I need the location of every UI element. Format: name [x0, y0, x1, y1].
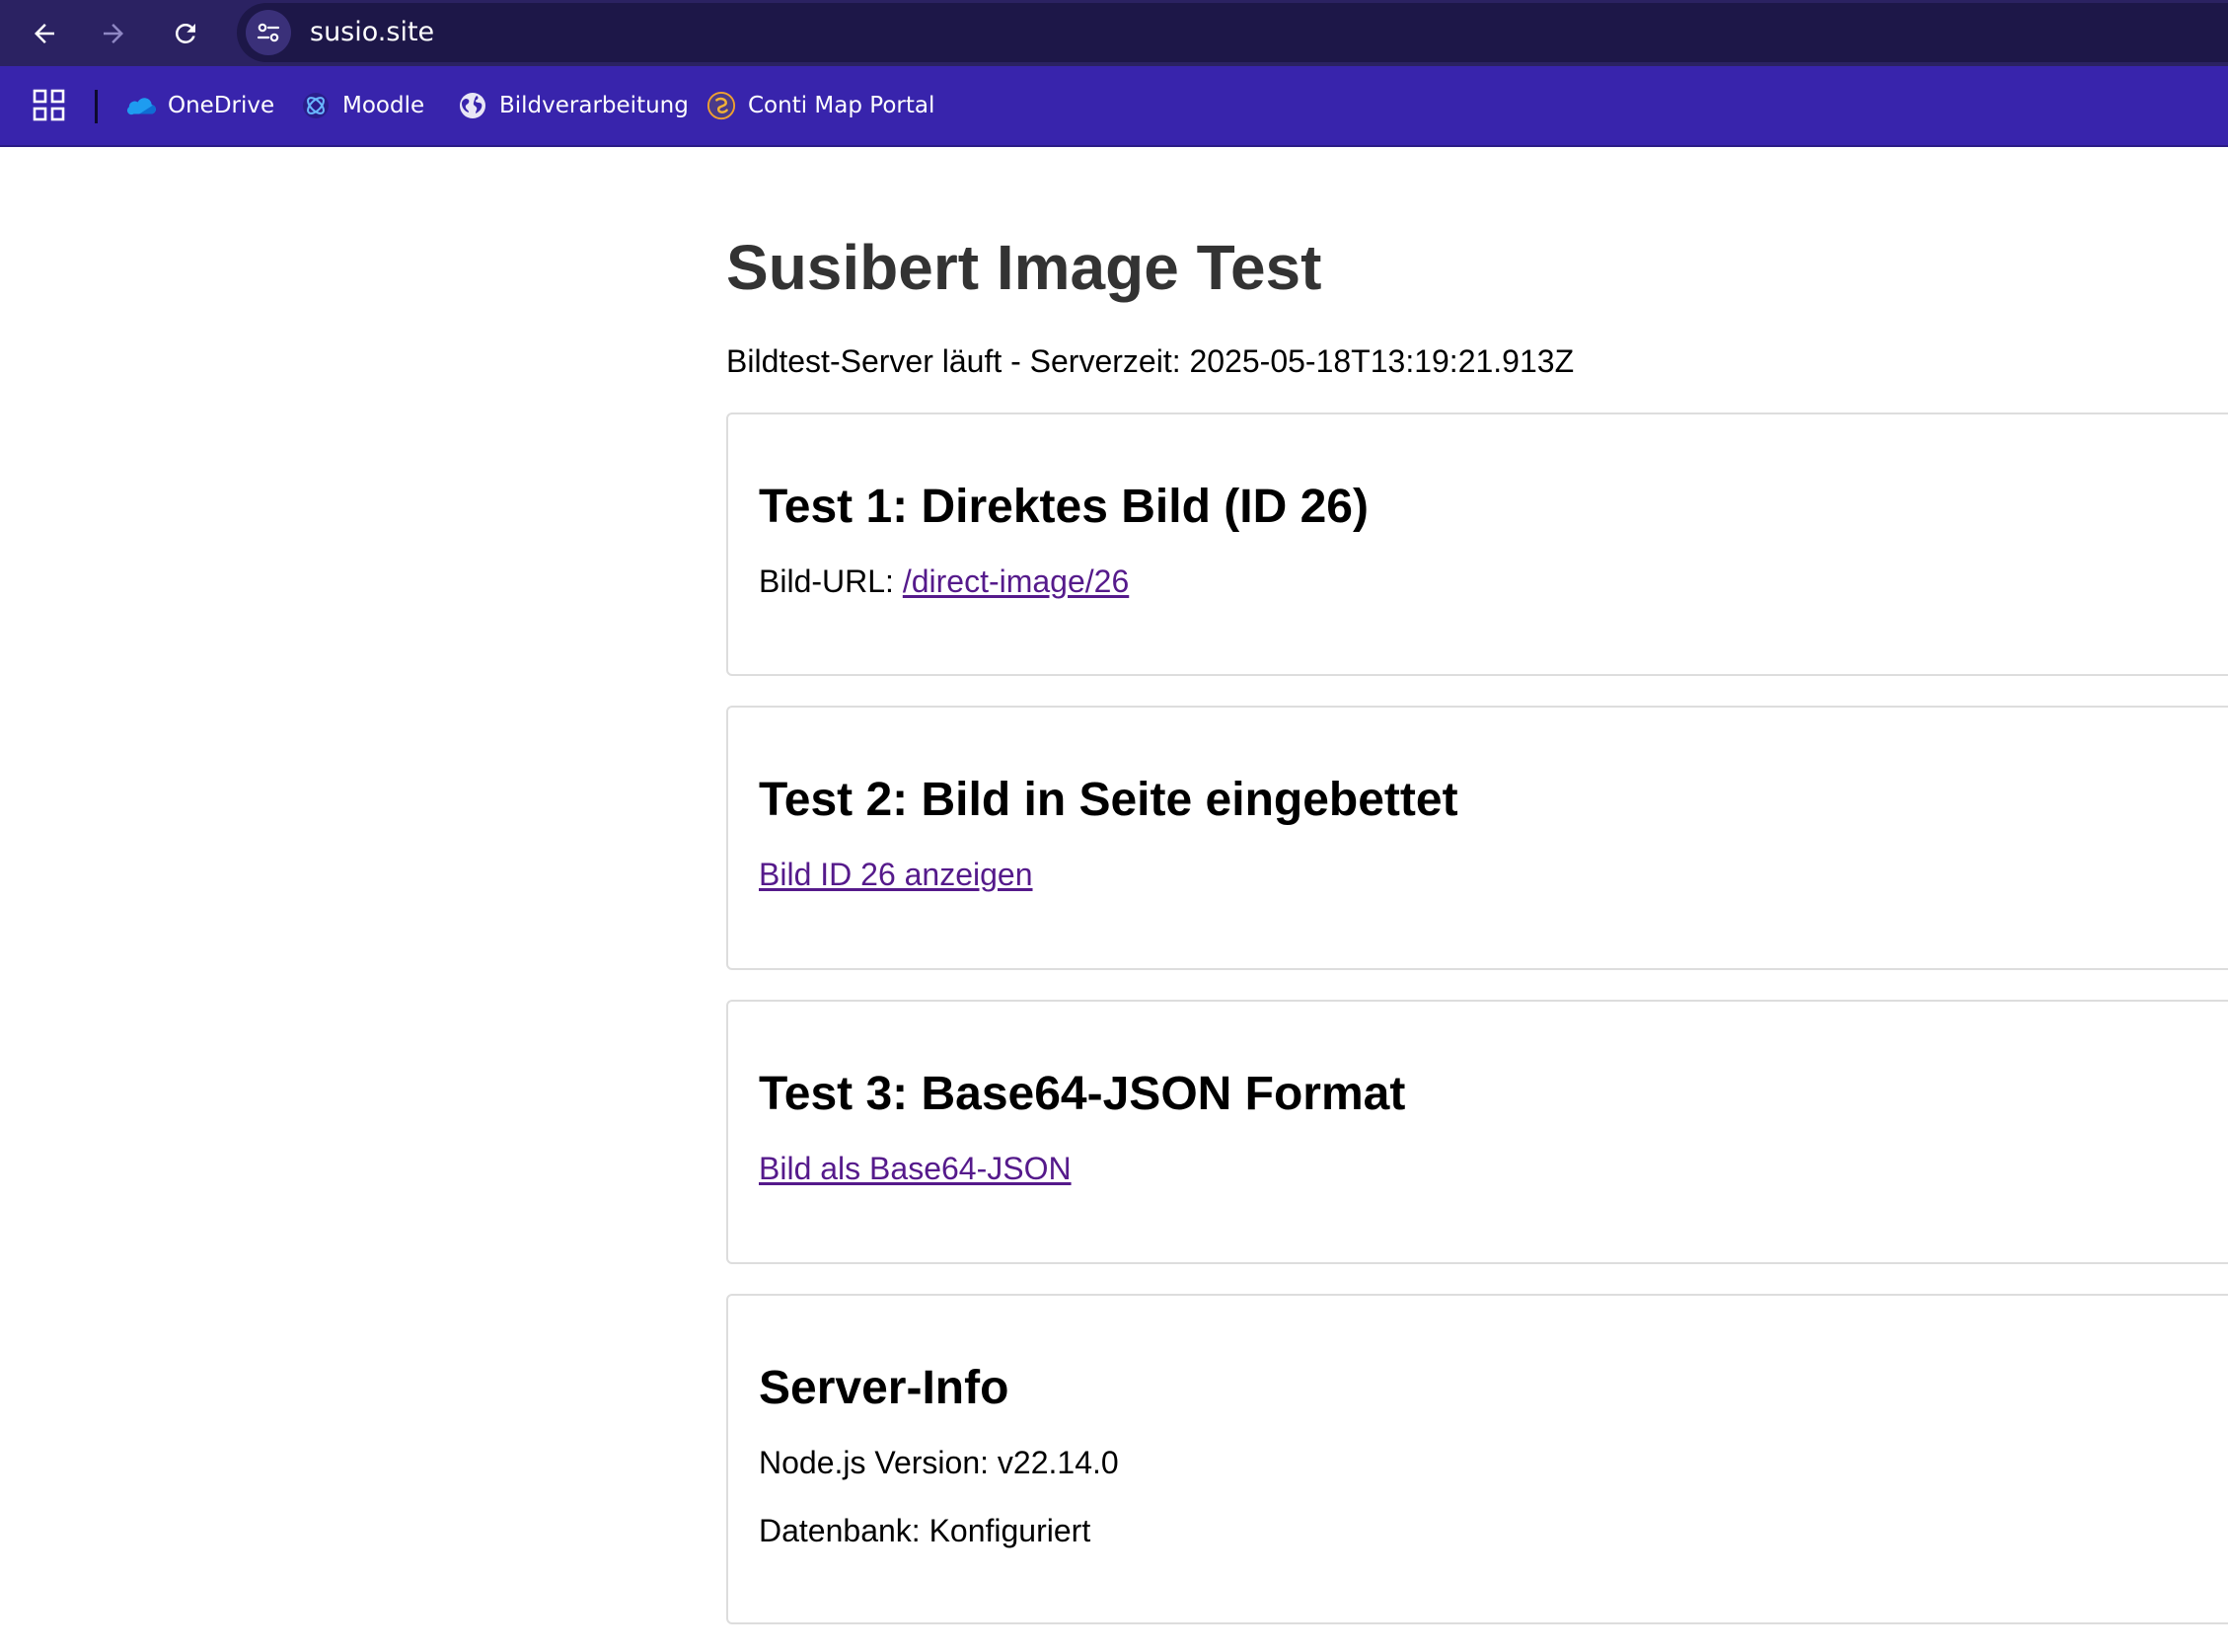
show-image-link[interactable]: Bild ID 26 anzeigen: [759, 856, 1033, 893]
conti-icon: [706, 91, 736, 120]
reload-icon: [176, 23, 195, 43]
onedrive-icon: [126, 91, 156, 120]
forward-button[interactable]: [89, 9, 138, 58]
site-info-button[interactable]: [246, 10, 291, 55]
bookmarks-bar: OneDrive Moodle Bildverarbeitung Conti M…: [0, 66, 2228, 147]
bookmark-moodle[interactable]: Moodle: [301, 84, 424, 127]
apps-grid-icon: [33, 89, 65, 121]
moodle-icon: [301, 91, 331, 120]
bookmark-conti-map-portal[interactable]: Conti Map Portal: [706, 84, 934, 127]
card-title: Test 3: Base64-JSON Format: [759, 1068, 1406, 1120]
server-status-text: Bildtest-Server läuft - Serverzeit: 2025…: [726, 343, 1575, 379]
bookmark-label: Bildverarbeitung: [499, 93, 689, 118]
globe-icon: [458, 91, 487, 120]
card-title: Server-Info: [759, 1362, 1009, 1414]
image-url-row: Bild-URL: /direct-image/26: [759, 563, 1129, 600]
card-title: Test 1: Direktes Bild (ID 26): [759, 481, 1369, 533]
page-title: Susibert Image Test: [726, 232, 1322, 303]
base64-json-link[interactable]: Bild als Base64-JSON: [759, 1150, 1072, 1187]
back-button[interactable]: [20, 9, 69, 58]
image-url-label: Bild-URL:: [759, 563, 903, 599]
database-status-text: Datenbank: Konfiguriert: [759, 1513, 1091, 1548]
server-info-card: Server-Info Node.js Version: v22.14.0 Da…: [726, 1294, 2228, 1624]
bookmark-onedrive[interactable]: OneDrive: [126, 84, 274, 127]
bookmark-label: Moodle: [342, 93, 425, 118]
reload-button[interactable]: [161, 9, 210, 58]
card-title: Test 2: Bild in Seite eingebettet: [759, 774, 1458, 826]
bookmarks-separator: [95, 90, 98, 123]
url-text[interactable]: susio.site: [310, 18, 434, 47]
arrow-right-icon: [104, 24, 123, 43]
node-version-text: Node.js Version: v22.14.0: [759, 1445, 1119, 1480]
arrow-left-icon: [35, 24, 54, 43]
test-card-base64-json: Test 3: Base64-JSON Format Bild als Base…: [726, 1000, 2228, 1264]
address-bar[interactable]: susio.site: [237, 3, 2228, 62]
test-card-direct-image: Test 1: Direktes Bild (ID 26) Bild-URL: …: [726, 413, 2228, 676]
bookmark-label: OneDrive: [168, 93, 275, 118]
browser-toolbar: susio.site: [0, 0, 2228, 66]
test-card-embedded-image: Test 2: Bild in Seite eingebettet Bild I…: [726, 706, 2228, 970]
tune-icon: [257, 23, 280, 42]
apps-button[interactable]: [32, 88, 67, 123]
direct-image-link[interactable]: /direct-image/26: [903, 563, 1129, 599]
bookmark-label: Conti Map Portal: [748, 93, 935, 118]
bookmark-bildverarbeitung[interactable]: Bildverarbeitung: [458, 84, 689, 127]
